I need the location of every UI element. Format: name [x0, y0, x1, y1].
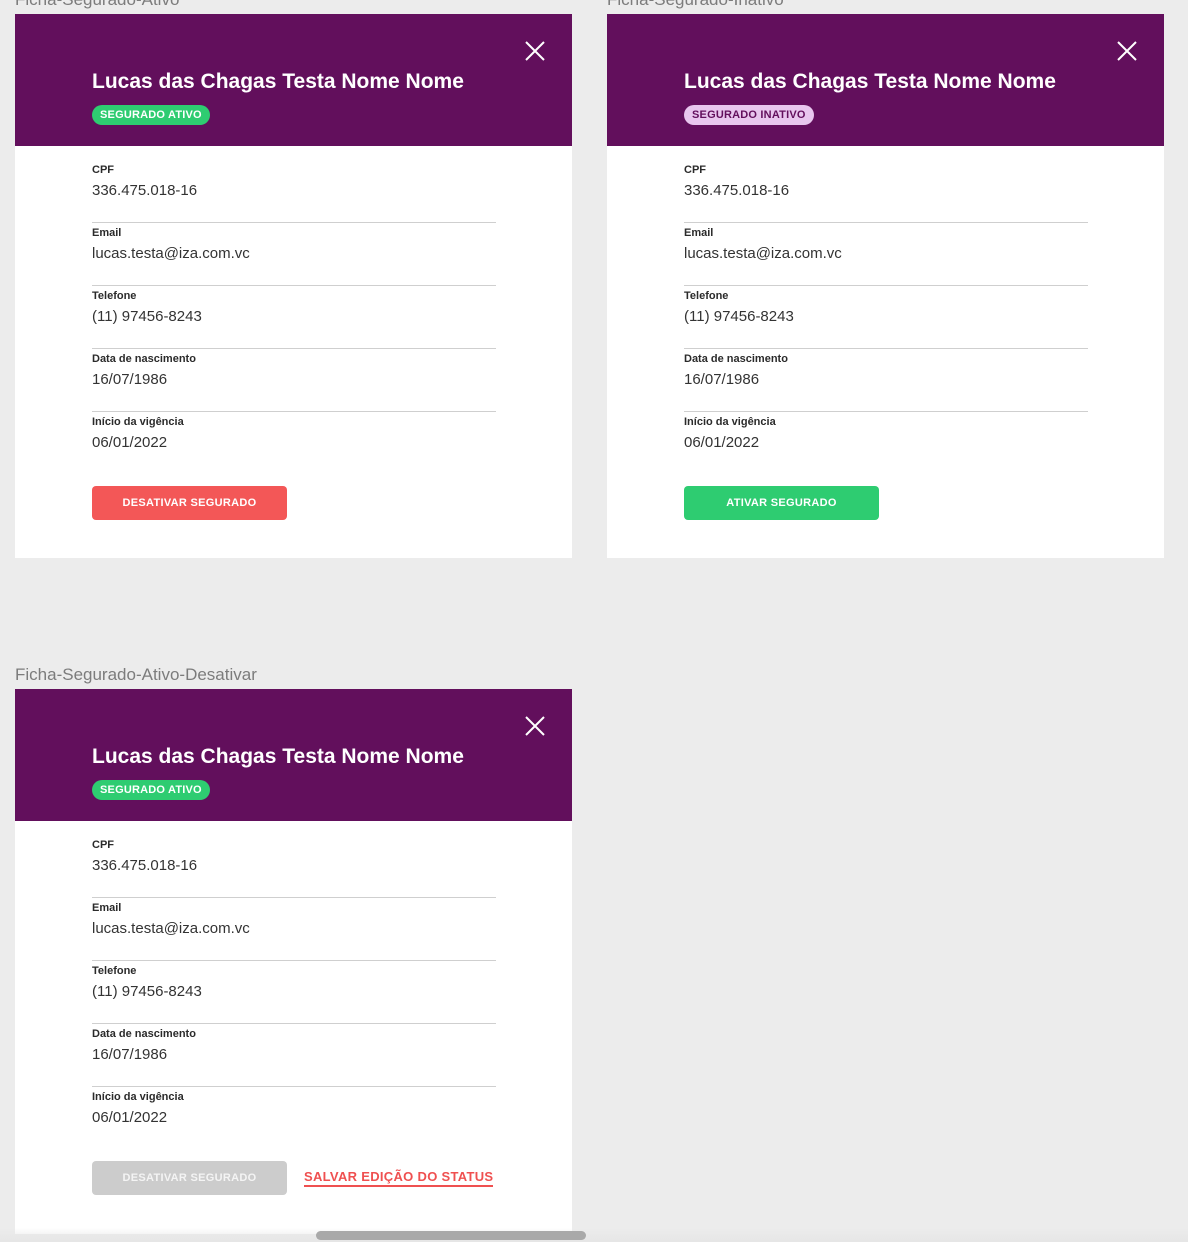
frame-label-inativo: Ficha-Segurado-Inativo [607, 0, 784, 10]
horizontal-scrollbar-track[interactable] [0, 1228, 1188, 1242]
field-phone: Telefone (11) 97456-8243 [684, 286, 1088, 349]
deactivate-insured-button[interactable]: DESATIVAR SEGURADO [92, 486, 287, 520]
frame-label-ativo-desativar: Ficha-Segurado-Ativo-Desativar [15, 665, 257, 684]
field-value: (11) 97456-8243 [92, 308, 202, 325]
insured-card-active: Lucas das Chagas Testa Nome Nome SEGURAD… [15, 14, 572, 558]
card-header: Lucas das Chagas Testa Nome Nome SEGURAD… [607, 14, 1164, 146]
field-label: Telefone [92, 965, 137, 977]
field-birth-date: Data de nascimento 16/07/1986 [92, 1024, 496, 1087]
field-label: Início da vigência [684, 416, 776, 428]
field-cpf: CPF 336.475.018-16 [92, 160, 496, 223]
status-badge-active: SEGURADO ATIVO [92, 780, 210, 800]
field-value: 06/01/2022 [92, 1109, 168, 1126]
field-label: Início da vigência [92, 1091, 184, 1103]
field-label: CPF [92, 164, 114, 176]
field-phone: Telefone (11) 97456-8243 [92, 286, 496, 349]
field-email: Email lucas.testa@iza.com.vc [92, 898, 496, 961]
field-phone: Telefone (11) 97456-8243 [92, 961, 496, 1024]
card-body: CPF 336.475.018-16 Email lucas.testa@iza… [607, 146, 1164, 475]
field-value: 16/07/1986 [92, 1046, 168, 1063]
field-value: 06/01/2022 [684, 434, 760, 451]
insured-name: Lucas das Chagas Testa Nome Nome [684, 70, 1056, 93]
field-label: Data de nascimento [92, 353, 196, 365]
field-label: CPF [684, 164, 706, 176]
insured-name: Lucas das Chagas Testa Nome Nome [92, 745, 464, 768]
activate-insured-button[interactable]: ATIVAR SEGURADO [684, 486, 879, 520]
field-label: Email [92, 227, 122, 239]
frame-label-ativo: Ficha-Segurado-Ativo [15, 0, 179, 10]
field-label: CPF [92, 839, 114, 851]
field-coverage-start: Início da vigência 06/01/2022 [92, 1087, 496, 1150]
card-header: Lucas das Chagas Testa Nome Nome SEGURAD… [15, 14, 572, 146]
field-birth-date: Data de nascimento 16/07/1986 [684, 349, 1088, 412]
field-email: Email lucas.testa@iza.com.vc [92, 223, 496, 286]
field-label: Início da vigência [92, 416, 184, 428]
card-actions: DESATIVAR SEGURADO [92, 486, 287, 520]
field-email: Email lucas.testa@iza.com.vc [684, 223, 1088, 286]
deactivate-insured-button-disabled[interactable]: DESATIVAR SEGURADO [92, 1161, 287, 1195]
field-coverage-start: Início da vigência 06/01/2022 [684, 412, 1088, 475]
field-label: Data de nascimento [92, 1028, 196, 1040]
card-actions: DESATIVAR SEGURADO SALVAR EDIÇÃO DO STAT… [92, 1161, 494, 1195]
field-label: Email [684, 227, 714, 239]
field-value: (11) 97456-8243 [684, 308, 794, 325]
field-value: lucas.testa@iza.com.vc [92, 920, 250, 937]
card-actions: ATIVAR SEGURADO [684, 486, 879, 520]
field-value: 336.475.018-16 [92, 182, 198, 199]
field-label: Telefone [684, 290, 729, 302]
close-icon[interactable] [524, 40, 546, 62]
field-value: 16/07/1986 [92, 371, 168, 388]
insured-card-deactivate: Lucas das Chagas Testa Nome Nome SEGURAD… [15, 689, 572, 1234]
horizontal-scrollbar-thumb[interactable] [316, 1231, 586, 1240]
close-icon[interactable] [524, 715, 546, 737]
card-body: CPF 336.475.018-16 Email lucas.testa@iza… [15, 821, 572, 1150]
field-cpf: CPF 336.475.018-16 [92, 835, 496, 898]
insured-card-inactive: Lucas das Chagas Testa Nome Nome SEGURAD… [607, 14, 1164, 558]
field-value: (11) 97456-8243 [92, 983, 202, 1000]
field-label: Data de nascimento [684, 353, 788, 365]
field-label: Telefone [92, 290, 137, 302]
field-value: 06/01/2022 [92, 434, 168, 451]
save-status-edit-link[interactable]: SALVAR EDIÇÃO DO STATUS [304, 1169, 494, 1187]
insured-name: Lucas das Chagas Testa Nome Nome [92, 70, 464, 93]
field-birth-date: Data de nascimento 16/07/1986 [92, 349, 496, 412]
close-icon[interactable] [1116, 40, 1138, 62]
status-badge-inactive: SEGURADO INATIVO [684, 105, 814, 125]
field-value: lucas.testa@iza.com.vc [684, 245, 842, 262]
field-value: 336.475.018-16 [92, 857, 198, 874]
card-body: CPF 336.475.018-16 Email lucas.testa@iza… [15, 146, 572, 475]
field-value: 16/07/1986 [684, 371, 760, 388]
field-value: lucas.testa@iza.com.vc [92, 245, 250, 262]
field-coverage-start: Início da vigência 06/01/2022 [92, 412, 496, 475]
card-header: Lucas das Chagas Testa Nome Nome SEGURAD… [15, 689, 572, 821]
field-label: Email [92, 902, 122, 914]
field-cpf: CPF 336.475.018-16 [684, 160, 1088, 223]
status-badge-active: SEGURADO ATIVO [92, 105, 210, 125]
field-value: 336.475.018-16 [684, 182, 790, 199]
design-canvas: Ficha-Segurado-Ativo Lucas das Chagas Te… [0, 0, 1188, 1242]
